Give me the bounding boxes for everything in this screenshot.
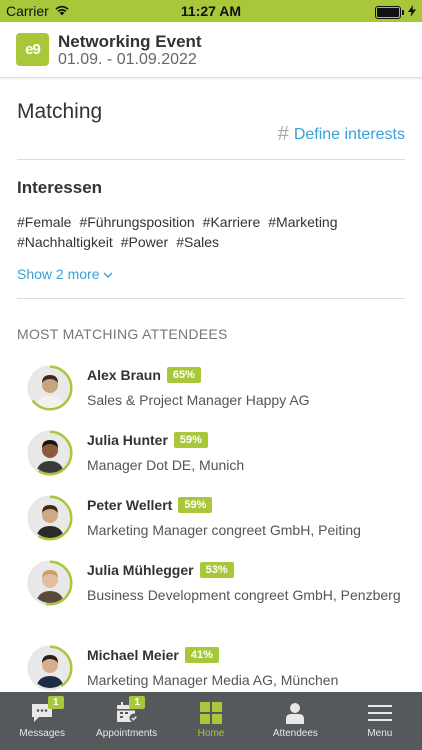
hashtag-icon: # [277,123,289,145]
attendee-row[interactable]: Alex Braun 65% Sales & Project Manager Hap… [0,364,422,424]
event-header: e9 Networking Event 01.09. - 01.09.2022 [0,22,422,78]
interests-title: Interessen [17,178,103,197]
interest-tag: #Karriere [202,214,261,230]
tab-label: Home [197,728,225,739]
avatar[interactable] [30,563,70,603]
interest-tag: #Power [120,234,169,250]
home-grid-icon [200,702,223,727]
attendee-job: Manager Dot DE, Munich [87,457,245,473]
define-interests-link[interactable]: # Define interests [278,123,405,146]
interest-tag: #Marketing [268,214,338,230]
event-dates: 01.09. - 01.09.2022 [58,51,197,68]
show-more-label: Show 2 more [17,266,100,282]
chevron-down-icon [103,266,113,282]
match-badge: 59% [178,497,213,513]
appointments-badge: 1 [129,696,145,709]
tab-appointments[interactable]: 1 Appointments [84,692,168,750]
attendee-name: Peter Wellert [87,497,173,513]
attendee-row[interactable]: Julia Mühlegger 53% Business Development c… [0,559,422,619]
tab-menu[interactable]: Menu [338,692,422,750]
event-logo[interactable]: e9 [16,33,49,66]
attendee-name: Julia Hunter [87,432,168,448]
attendee-name: Alex Braun [87,367,161,383]
attendee-row[interactable]: Julia Hunter 59% Manager Dot DE, Munich [0,429,422,489]
divider [17,298,405,299]
interest-tag: #Sales [176,234,220,250]
attendee-row[interactable]: Michael Meier 41% Marketing Manager Media … [0,644,422,692]
match-badge: 41% [184,647,219,663]
avatar-with-match-ring [26,644,74,692]
attendee-row[interactable]: Peter Wellert 59% Marketing Manager congre… [0,494,422,554]
tab-label: Messages [19,728,65,739]
match-badge: 65% [166,367,201,383]
attendee-job: Marketing Manager congreet GmbH, Peiting [87,522,361,538]
attendee-name: Michael Meier [87,647,179,663]
avatar-with-match-ring [26,429,74,477]
match-badge: 59% [173,432,208,448]
avatar[interactable] [30,433,70,473]
interest-tag: #Nachhaltigkeit [17,234,113,250]
tab-attendees[interactable]: Attendees [253,692,337,750]
avatar-with-match-ring [26,559,74,607]
avatar[interactable] [30,498,70,538]
attendee-name: Julia Mühlegger [87,562,194,578]
define-interests-label: Define interests [293,125,405,143]
interest-tag: #Führungsposition [79,214,195,230]
status-bar: Carrier 11:27 AM [0,0,422,22]
most-matching-heading: MOST MATCHING ATTENDEES [17,326,228,342]
attendee-job: Sales & Project Manager Happy AG [87,392,310,408]
person-icon [285,702,305,727]
match-badge: 53% [199,562,234,578]
tab-label: Attendees [272,728,318,739]
tab-home[interactable]: Home [169,692,253,750]
messages-badge: 1 [48,696,64,709]
status-time: 11:27 AM [180,3,242,19]
avatar[interactable] [30,648,70,688]
interest-tag: #Female [17,214,72,230]
avatar-with-match-ring [26,364,74,412]
matching-content[interactable]: Matching # Define interests Interessen #… [0,78,422,692]
divider [17,159,405,160]
tab-messages[interactable]: 1 Messages [0,692,84,750]
tab-bar: 1 Messages 1 Appointments Home Attendees… [0,692,422,750]
avatar[interactable] [30,368,70,408]
avatar-with-match-ring [26,494,74,542]
event-title: Networking Event [58,32,202,51]
hamburger-menu-icon [367,705,392,726]
charging-bolt-icon [408,4,416,20]
interest-tags: #Female #Führungsposition #Karriere #Mar… [17,214,397,250]
attendee-job: Marketing Manager Media AG, München [87,672,339,688]
tab-label: Appointments [96,728,158,739]
battery-icon [375,5,404,19]
tab-label: Menu [367,728,393,739]
page-title: Matching [17,100,103,123]
show-more-link[interactable]: Show 2 more [17,266,113,282]
attendee-job: Business Development congreet GmbH, Penz… [87,587,401,603]
